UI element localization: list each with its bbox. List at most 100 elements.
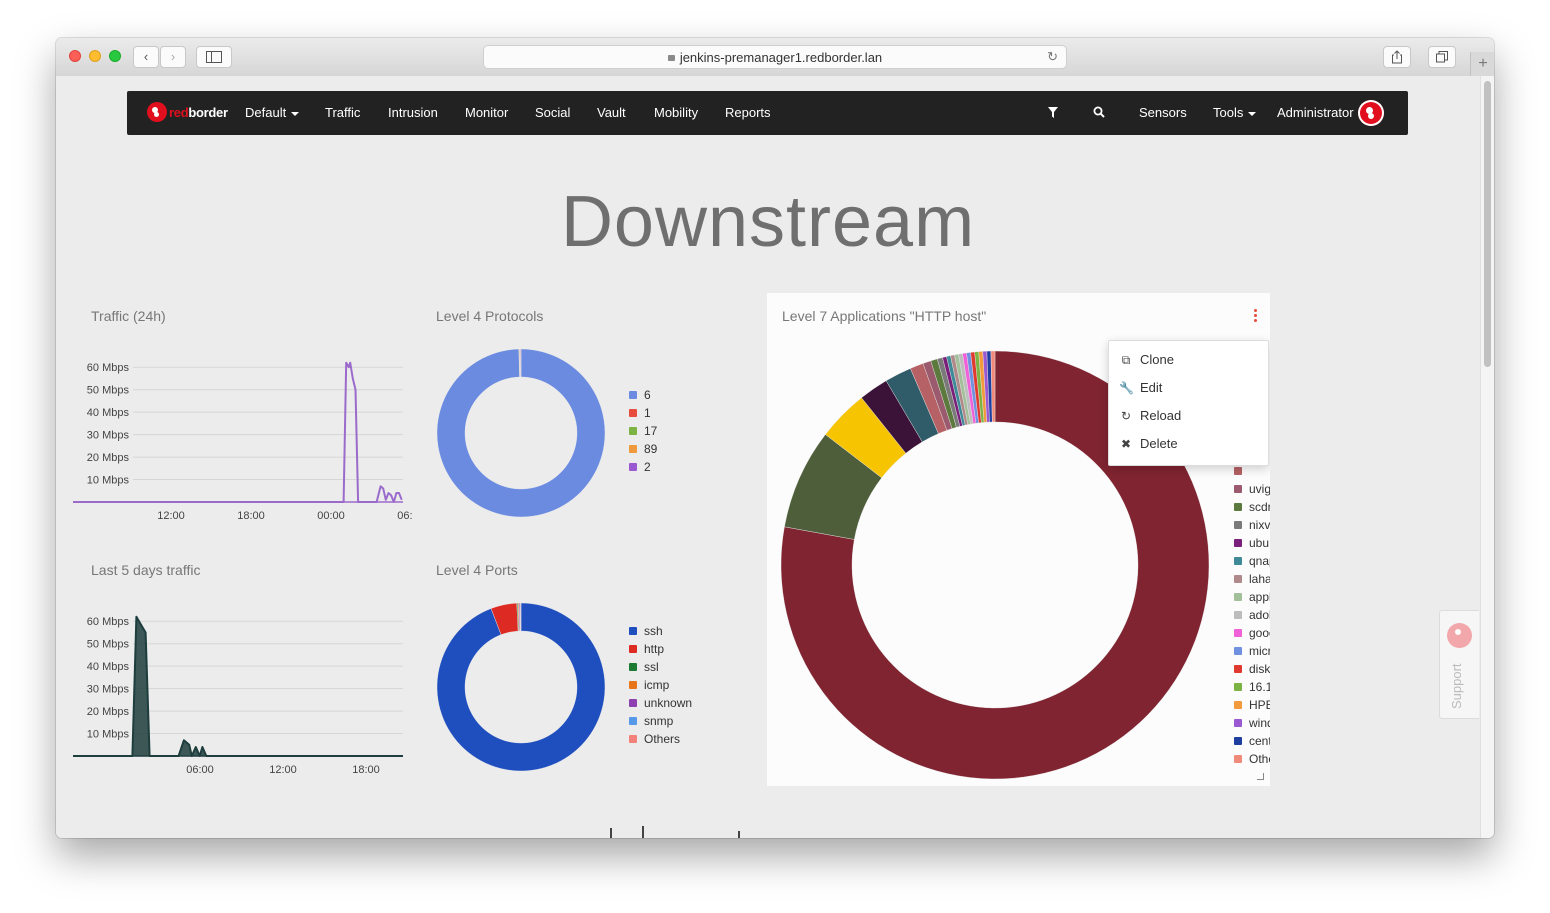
address-bar[interactable]: jenkins-premanager1.redborder.lan ↻ (483, 45, 1067, 69)
l7-apps-legend-item[interactable]: laha (1234, 570, 1270, 588)
l4-protocols-legend-item[interactable]: 2 (629, 458, 657, 476)
page-scrollbar[interactable] (1480, 76, 1494, 838)
l7-apps-legend-item[interactable]: nixv (1234, 516, 1270, 534)
legend-swatch (629, 644, 637, 653)
last-5-days-y-tick-label: 60 Mbps (87, 616, 130, 628)
close-window-button[interactable] (69, 50, 81, 62)
nav-item-mobility[interactable]: Mobility (654, 105, 698, 120)
legend-label: ssh (644, 624, 663, 638)
lock-icon (667, 55, 675, 61)
search-button[interactable] (1093, 106, 1105, 121)
nav-item-traffic[interactable]: Traffic (325, 105, 360, 120)
nav-item-intrusion[interactable]: Intrusion (388, 105, 438, 120)
l7-apps-legend-item[interactable]: uvig (1234, 480, 1270, 498)
l4-ports-legend-item[interactable]: Others (629, 730, 692, 748)
zoom-window-button[interactable] (109, 50, 121, 62)
l7-apps-legend-item[interactable]: ubu (1234, 534, 1270, 552)
legend-label: Others (644, 732, 681, 746)
legend-label: snmp (644, 714, 674, 728)
support-tab[interactable]: Support (1439, 610, 1479, 719)
legend-swatch (1234, 700, 1242, 709)
traffic-24h-x-tick-label: 18:00 (237, 510, 265, 522)
traffic-24h-chart: 10 Mbps 20 Mbps 30 Mbps 40 Mbps 50 Mbps 60 Mb… (73, 361, 413, 522)
reload-icon[interactable]: ↻ (1047, 49, 1058, 65)
menu-item-delete[interactable]: ✖ Delete (1109, 432, 1268, 456)
nav-item-sensors[interactable]: Sensors (1139, 105, 1187, 120)
l7-apps-legend-item[interactable]: micr (1234, 642, 1270, 660)
filter-button[interactable] (1048, 106, 1058, 121)
l7-apps-legend-item[interactable]: Othe (1234, 750, 1270, 768)
tabs-overview-button[interactable] (1428, 46, 1456, 68)
widget-resize-handle[interactable] (1257, 773, 1264, 780)
last-5-days-y-tick-label: 50 Mbps (87, 639, 130, 651)
l7-apps-legend-item[interactable]: scdr (1234, 498, 1270, 516)
l4-ports-legend-item[interactable]: ssl (629, 658, 692, 676)
chevron-right-icon: › (170, 49, 176, 64)
l4-ports-legend-item[interactable]: icmp (629, 676, 692, 694)
menu-item-reload[interactable]: ↻ Reload (1109, 404, 1268, 428)
legend-swatch (1234, 538, 1242, 547)
last-5-days-chart: 10 Mbps 20 Mbps 30 Mbps 40 Mbps 50 Mbps 60 Mb… (73, 615, 403, 776)
logo-mark (147, 102, 167, 122)
l7-apps-legend-item[interactable]: HPE (1234, 696, 1270, 714)
wrench-icon: 🔧 (1119, 381, 1134, 395)
l4-protocols-legend-item[interactable]: 6 (629, 386, 657, 404)
l4-ports-legend-item[interactable]: unknown (629, 694, 692, 712)
l4-protocols-slice (520, 348, 522, 378)
legend-label: ssl (644, 660, 659, 674)
last-5-days-x-tick-label: 06:00 (186, 764, 214, 776)
l7-apps-legend-item[interactable]: cent (1234, 732, 1270, 750)
share-button[interactable] (1383, 46, 1411, 68)
legend-swatch (629, 698, 637, 707)
menu-item-clone[interactable]: ⧉ Clone (1109, 348, 1268, 372)
l7-apps-legend-item[interactable]: disk (1234, 660, 1270, 678)
legend-label: disk (1249, 662, 1270, 676)
last-5-days-y-tick-label: 10 Mbps (87, 729, 130, 741)
sidebar-toggle-button[interactable] (196, 46, 232, 68)
nav-item-vault[interactable]: Vault (597, 105, 626, 120)
nav-item-monitor[interactable]: Monitor (465, 105, 508, 120)
support-icon (1447, 623, 1472, 648)
l7-apps-legend-item[interactable]: appl (1234, 588, 1270, 606)
l4-ports-legend-item[interactable]: http (629, 640, 692, 658)
l7-apps-legend-item[interactable]: wind (1234, 714, 1270, 732)
legend-label: icmp (644, 678, 670, 692)
nav-item-social[interactable]: Social (535, 105, 570, 120)
l7-applications-widget: Level 7 Applications "HTTP host" uvig scd… (767, 293, 1270, 786)
widget-title-traffic-24h: Traffic (24h) (91, 308, 166, 324)
l4-ports-donut (436, 602, 606, 772)
legend-swatch (1234, 556, 1242, 565)
widget-options-icon[interactable] (1254, 309, 1258, 324)
nav-tools-dropdown[interactable]: Tools (1213, 105, 1257, 120)
new-tab-button[interactable]: + (1470, 52, 1494, 76)
l7-apps-legend-item[interactable]: adol (1234, 606, 1270, 624)
l4-protocols-legend-item[interactable]: 17 (629, 422, 657, 440)
legend-swatch (1234, 754, 1242, 763)
l4-ports-legend-item[interactable]: ssh (629, 622, 692, 640)
legend-swatch (1234, 718, 1242, 727)
user-avatar[interactable] (1358, 100, 1384, 126)
l7-apps-legend-item[interactable]: qnap (1234, 552, 1270, 570)
scrollbar-thumb[interactable] (1484, 81, 1491, 367)
legend-label: 16.1 (1249, 680, 1270, 694)
legend-swatch (1234, 592, 1242, 601)
l7-apps-legend-item[interactable]: goog (1234, 624, 1270, 642)
l4-protocols-legend-item[interactable]: 1 (629, 404, 657, 422)
l4-ports-legend-item[interactable]: snmp (629, 712, 692, 730)
widget-context-menu: ⧉ Clone 🔧 Edit ↻ Reload ✖ Delete (1108, 340, 1269, 466)
minimize-window-button[interactable] (89, 50, 101, 62)
page-title: Downstream (560, 182, 976, 262)
nav-item-reports[interactable]: Reports (725, 105, 771, 120)
l7-apps-legend-item[interactable]: 16.1 (1234, 678, 1270, 696)
widget-title-l7-apps: Level 7 Applications "HTTP host" (782, 308, 987, 324)
nav-user-label[interactable]: Administrator (1277, 105, 1354, 120)
back-button[interactable]: ‹ (133, 46, 159, 68)
legend-swatch (1234, 610, 1242, 619)
menu-item-edit[interactable]: 🔧 Edit (1109, 376, 1268, 400)
widget-title-l4-protocols: Level 4 Protocols (436, 308, 544, 324)
nav-default-dropdown[interactable]: Default (245, 105, 300, 120)
l4-protocols-legend-item[interactable]: 89 (629, 440, 657, 458)
forward-button[interactable]: › (160, 46, 186, 68)
legend-swatch (1234, 520, 1242, 529)
legend-label: scdr (1249, 500, 1270, 514)
